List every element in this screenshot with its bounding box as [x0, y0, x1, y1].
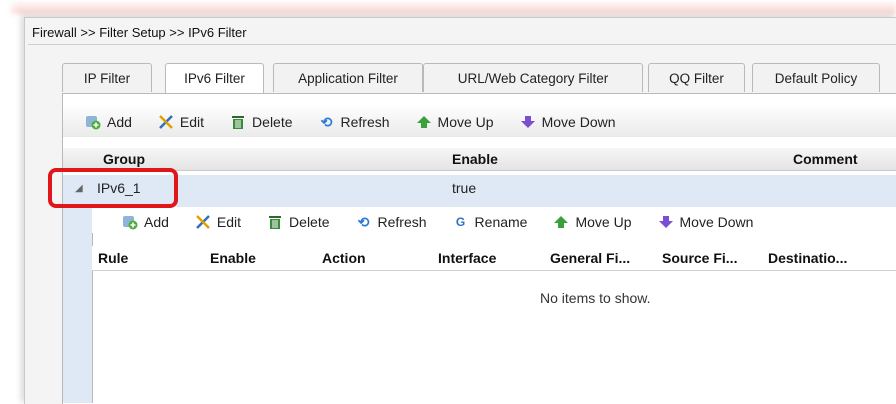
arrow-up-icon — [416, 114, 432, 130]
tab-application-filter[interactable]: Application Filter — [273, 63, 423, 92]
tab-ip-filter[interactable]: IP Filter — [62, 63, 152, 92]
rule-delete-label: Delete — [289, 214, 330, 230]
rule-move-up-button[interactable]: Move Up — [553, 214, 632, 230]
group-toolbar: Add Edit Delete ⟲ Refresh Move Up Move D… — [63, 107, 896, 137]
empty-message: No items to show. — [540, 290, 651, 306]
refresh-icon: ⟲ — [357, 213, 370, 230]
column-header-rule[interactable]: Rule — [98, 246, 128, 270]
tab-qq-filter[interactable]: QQ Filter — [648, 63, 745, 92]
tab-url-web-category-filter[interactable]: URL/Web Category Filter — [423, 63, 643, 92]
trash-icon — [230, 114, 246, 130]
left-fade — [0, 0, 20, 403]
rule-rename-label: Rename — [474, 214, 528, 230]
add-icon — [85, 114, 101, 130]
rule-add-button[interactable]: Add — [122, 214, 169, 230]
delete-button[interactable]: Delete — [230, 114, 293, 130]
column-header-enable[interactable]: Enable — [452, 148, 498, 170]
rule-move-up-label: Move Up — [575, 214, 632, 230]
top-glow — [10, 0, 896, 14]
rule-edit-button[interactable]: Edit — [195, 214, 241, 230]
rule-move-down-label: Move Down — [679, 214, 754, 230]
arrow-down-icon — [520, 114, 536, 130]
add-icon — [122, 214, 138, 230]
column-header-action[interactable]: Action — [322, 246, 366, 270]
highlight-annotation — [48, 168, 178, 208]
edit-button[interactable]: Edit — [158, 114, 204, 130]
tab-ipv6-filter[interactable]: IPv6 Filter — [165, 63, 264, 94]
rule-edit-label: Edit — [216, 214, 242, 230]
refresh-icon: ⟲ — [320, 113, 333, 130]
trash-icon — [267, 214, 283, 230]
rule-rename-button[interactable]: G Rename — [453, 214, 528, 230]
breadcrumb-divider — [28, 44, 896, 45]
rule-delete-button[interactable]: Delete — [267, 214, 330, 230]
column-header-destination-filter[interactable]: Destinatio... — [768, 246, 847, 270]
rename-icon: G — [455, 215, 466, 229]
table-row[interactable]: ◢ IPv6_1 true — [63, 175, 896, 202]
move-up-label: Move Up — [437, 114, 494, 130]
rule-refresh-label: Refresh — [377, 214, 427, 230]
column-header-comment[interactable]: Comment — [793, 148, 858, 170]
rule-table-header: Rule Enable Action Interface General Fi.… — [92, 246, 896, 271]
rule-move-down-button[interactable]: Move Down — [658, 214, 754, 230]
rule-add-label: Add — [144, 214, 169, 230]
refresh-button[interactable]: ⟲ Refresh — [319, 113, 390, 131]
column-header-source-filter[interactable]: Source Fi... — [662, 246, 737, 270]
edit-icon — [195, 214, 211, 230]
move-down-label: Move Down — [541, 114, 616, 130]
add-button[interactable]: Add — [85, 114, 132, 130]
column-header-general-filter[interactable]: General Fi... — [550, 246, 630, 270]
breadcrumb: Firewall >> Filter Setup >> IPv6 Filter — [32, 25, 247, 40]
tab-default-policy[interactable]: Default Policy — [752, 63, 880, 92]
group-table-header: Group Enable Comment — [63, 148, 896, 171]
rule-refresh-button[interactable]: ⟲ Refresh — [356, 213, 427, 231]
add-label: Add — [107, 114, 132, 130]
refresh-label: Refresh — [340, 114, 390, 130]
arrow-down-icon — [658, 214, 674, 230]
column-header-interface[interactable]: Interface — [438, 246, 496, 270]
column-header-rule-enable[interactable]: Enable — [210, 246, 256, 270]
arrow-up-icon — [553, 214, 569, 230]
edit-icon — [158, 114, 174, 130]
group-enable-cell: true — [452, 180, 477, 196]
move-up-button[interactable]: Move Up — [416, 114, 494, 130]
move-down-button[interactable]: Move Down — [520, 114, 616, 130]
delete-label: Delete — [252, 114, 293, 130]
edit-label: Edit — [179, 114, 205, 130]
column-header-group[interactable]: Group — [103, 148, 145, 170]
